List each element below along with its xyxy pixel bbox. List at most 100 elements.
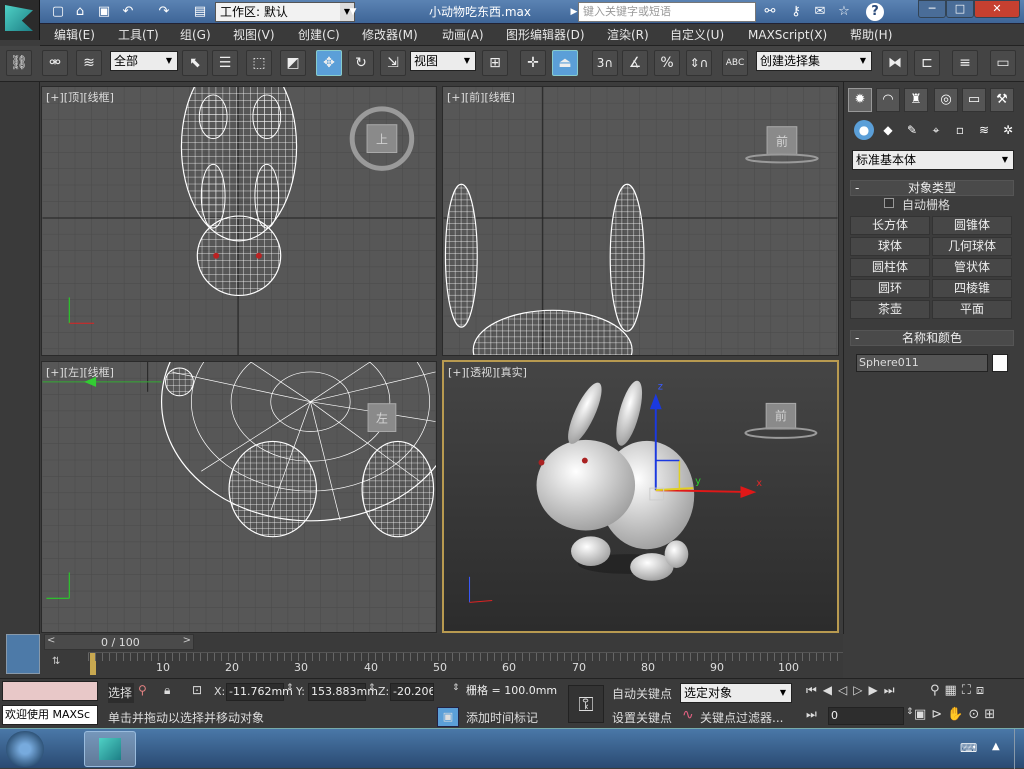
cameras-icon[interactable]: ⌖ — [926, 120, 946, 140]
redo-icon[interactable]: ↷ — [154, 3, 174, 21]
undo-icon[interactable]: ↶ — [118, 3, 138, 21]
z-spinner-icon[interactable]: ⇕ — [452, 683, 460, 693]
hierarchy-tab-icon[interactable]: ♜ — [904, 88, 928, 112]
show-desktop-button[interactable] — [1014, 729, 1024, 769]
menu-group[interactable]: 组(G) — [180, 26, 211, 44]
minimize-button[interactable]: ─ — [918, 0, 946, 18]
viewport-left-label[interactable]: [+][左][线框] — [46, 364, 114, 380]
geosphere-button[interactable]: 几何球体 — [932, 237, 1012, 256]
mirror-icon[interactable]: ⧓ — [882, 50, 908, 76]
subscription-icon[interactable]: ⚷ — [786, 3, 806, 21]
menu-modifiers[interactable]: 修改器(M) — [362, 26, 418, 44]
systems-icon[interactable]: ✲ — [998, 120, 1018, 140]
save-icon[interactable]: ▣ — [94, 3, 114, 21]
menu-maxscript[interactable]: MAXScript(X) — [748, 26, 827, 44]
favorites-star-icon[interactable]: ☆ — [834, 3, 854, 21]
modify-tab-icon[interactable]: ◠ — [876, 88, 900, 112]
viewport-front[interactable]: [+][前][线框] 前 — [442, 86, 839, 356]
named-selection-dropdown[interactable]: 创建选择集 ▼ — [756, 51, 872, 71]
tube-button[interactable]: 管状体 — [932, 258, 1012, 277]
select-manipulate-icon[interactable]: ✛ — [520, 50, 546, 76]
object-type-rollout[interactable]: - 对象类型 — [850, 180, 1014, 196]
select-and-rotate-icon[interactable]: ↻ — [348, 50, 374, 76]
menu-help[interactable]: 帮助(H) — [850, 26, 892, 44]
edit-named-selection-icon[interactable]: ABC — [722, 50, 748, 76]
object-color-swatch[interactable] — [992, 354, 1008, 372]
rect-selection-icon[interactable]: ⬚ — [246, 50, 272, 76]
time-tag-icon[interactable]: ▣ — [437, 707, 459, 727]
project-folder-icon[interactable]: ▤ — [190, 3, 210, 21]
time-slider-next-icon[interactable]: > — [183, 635, 191, 646]
quick-access-menu-icon[interactable]: ▼ — [343, 3, 363, 21]
menu-edit[interactable]: 编辑(E) — [54, 26, 95, 44]
spinner-snap-icon[interactable]: ⇕∩ — [686, 50, 712, 76]
key-filters-button[interactable]: 关键点过滤器... — [700, 709, 783, 726]
selection-filter-dropdown[interactable]: 全部 ▼ — [110, 51, 178, 71]
track-bar[interactable]: 10 20 30 40 50 60 70 80 90 100 — [88, 652, 843, 675]
select-and-move-icon[interactable]: ✥ — [316, 50, 342, 76]
viewport-perspective-label[interactable]: [+][透视][真实] — [448, 364, 527, 380]
geometry-icon[interactable]: ● — [854, 120, 874, 140]
new-file-icon[interactable]: ▢ — [48, 3, 68, 21]
cone-button[interactable]: 圆锥体 — [932, 216, 1012, 235]
menu-customize[interactable]: 自定义(U) — [670, 26, 724, 44]
space-warps-icon[interactable]: ≋ — [974, 120, 994, 140]
reference-coord-dropdown[interactable]: 视图 ▼ — [410, 51, 476, 71]
snaps-toggle-icon[interactable]: 3∩ — [592, 50, 618, 76]
maxscript-listener-pink[interactable] — [2, 681, 98, 701]
maxscript-mini-listener[interactable]: 欢迎使用 MAXSc — [2, 705, 98, 725]
set-key-button[interactable]: 设置关键点 — [612, 709, 672, 726]
auto-key-button[interactable]: 自动关键点 — [612, 685, 672, 702]
viewport-top-label[interactable]: [+][顶][线框] — [46, 89, 114, 105]
display-tab-icon[interactable]: ▭ — [962, 88, 986, 112]
add-time-tag[interactable]: 添加时间标记 — [466, 709, 538, 726]
close-button[interactable]: ✕ — [974, 0, 1020, 18]
torus-button[interactable]: 圆环 — [850, 279, 930, 298]
x-coordinate-field[interactable]: -11.762mm — [226, 683, 293, 701]
viewport-layout-icon[interactable] — [6, 634, 40, 674]
plane-button[interactable]: 平面 — [932, 300, 1012, 319]
percent-snap-icon[interactable]: % — [654, 50, 680, 76]
key-tangent-icon[interactable]: ∿ — [682, 707, 694, 723]
viewport-nav-row1[interactable]: ⚲▦⛶⧈ — [930, 683, 1020, 698]
set-key-icon[interactable]: ⚿ — [568, 685, 604, 723]
category-dropdown[interactable]: 标准基本体 ▼ — [852, 150, 1014, 170]
isolate-selection-icon[interactable]: ⚲ — [138, 683, 147, 697]
viewport-top[interactable]: [+][顶][线框] 上 — [41, 86, 437, 356]
angle-snap-icon[interactable]: ∡ — [622, 50, 648, 76]
viewport-nav-row2[interactable]: ▣⊳✋⊙⊞ — [914, 707, 1020, 722]
pivot-center-icon[interactable]: ⊞ — [482, 50, 508, 76]
viewport-front-label[interactable]: [+][前][线框] — [447, 89, 515, 105]
taskbar-3dsmax-button[interactable] — [84, 731, 136, 767]
scene-explorer-icon[interactable]: ▭ — [990, 50, 1016, 76]
menu-animation[interactable]: 动画(A) — [442, 26, 484, 44]
object-name-field[interactable]: Sphere011 — [856, 354, 988, 372]
y-spinner-icon[interactable]: ⇕ — [368, 683, 376, 693]
align-icon[interactable]: ⊏ — [914, 50, 940, 76]
box-button[interactable]: 长方体 — [850, 216, 930, 235]
binoculars-icon[interactable]: ⚯ — [760, 3, 780, 21]
unlink-icon[interactable]: ⚮ — [42, 50, 68, 76]
sphere-button[interactable]: 球体 — [850, 237, 930, 256]
start-orb-icon[interactable] — [6, 731, 44, 767]
layer-manager-icon[interactable]: ≡ — [952, 50, 978, 76]
menu-graph-editors[interactable]: 图形编辑器(D) — [506, 26, 585, 44]
window-crossing-icon[interactable]: ◩ — [280, 50, 306, 76]
key-mode-dropdown[interactable]: 选定对象 ▼ — [680, 683, 792, 703]
teapot-button[interactable]: 茶壶 — [850, 300, 930, 319]
shapes-icon[interactable]: ◆ — [878, 120, 898, 140]
select-link-icon[interactable]: ⛓ — [6, 50, 32, 76]
communication-icon[interactable]: ✉ — [810, 3, 830, 21]
open-file-icon[interactable]: ⌂ — [70, 3, 90, 21]
viewport-perspective[interactable]: [+][透视][真实] z x y 前 — [442, 360, 839, 633]
utilities-tab-icon[interactable]: ⚒ — [990, 88, 1014, 112]
help-icon[interactable]: ? — [866, 3, 884, 21]
menu-tools[interactable]: 工具(T) — [118, 26, 159, 44]
search-input[interactable]: 键入关键字或短语 — [578, 2, 756, 22]
x-spinner-icon[interactable]: ⇕ — [286, 683, 294, 693]
tray-up-icon[interactable]: ▲ — [992, 741, 1006, 755]
menu-rendering[interactable]: 渲染(R) — [607, 26, 649, 44]
pyramid-button[interactable]: 四棱锥 — [932, 279, 1012, 298]
viewport-left[interactable]: [+][左][线框] 左 — [41, 361, 437, 633]
keyboard-shortcut-override-icon[interactable]: ⏏ — [552, 50, 578, 76]
